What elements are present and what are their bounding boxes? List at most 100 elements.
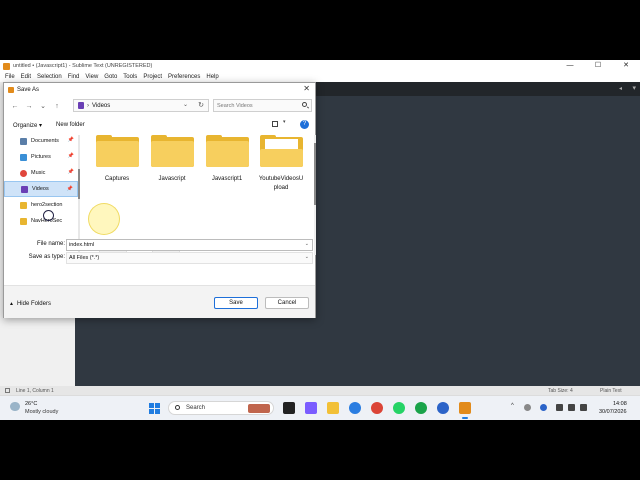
save-as-type-label: Save as type: (28, 254, 65, 260)
clock-time[interactable]: 14:08 (613, 401, 627, 407)
folder-icon (259, 135, 303, 167)
search-input[interactable] (217, 101, 297, 111)
copilot-icon[interactable] (305, 402, 317, 414)
weather-temp[interactable]: 26°C (25, 401, 37, 407)
battery-icon[interactable] (580, 404, 587, 411)
weather-desc[interactable]: Mostly cloudy (25, 409, 58, 415)
panel-toggle-icon[interactable] (5, 388, 10, 393)
folder-icon (20, 201, 27, 209)
file-list-scroll-thumb[interactable] (314, 143, 316, 205)
nav-pane-scroll-thumb[interactable] (78, 169, 80, 199)
save-as-type-select[interactable]: ⌄ (66, 252, 313, 264)
folder-item-javascript1[interactable]: Javascript1 (200, 135, 254, 184)
breadcrumb-videos[interactable]: Videos (92, 103, 110, 109)
file-list: Captures Javascript Javascript1 YoutubeV… (84, 135, 310, 255)
menu-selection[interactable]: Selection (37, 74, 62, 80)
help-icon[interactable]: ? (300, 120, 309, 129)
cancel-button[interactable]: Cancel (265, 297, 309, 309)
organize-button[interactable]: Organize ▾ (13, 122, 42, 129)
file-name-input[interactable] (69, 241, 299, 249)
store-icon[interactable] (349, 402, 361, 414)
dialog-close-button[interactable]: ✕ (303, 84, 310, 93)
chrome-icon[interactable] (371, 402, 383, 414)
folder-label-line1: YoutubeVideosU (258, 176, 304, 182)
save-button[interactable]: Save (214, 297, 258, 309)
address-bar[interactable]: › Videos ⌄ ↻ (73, 99, 209, 112)
menu-view[interactable]: View (85, 74, 98, 80)
up-button[interactable]: ↑ (50, 103, 64, 110)
folder-icon (150, 135, 194, 167)
tab-menu-icon[interactable]: ▾ (632, 84, 636, 92)
wifi-icon[interactable] (556, 404, 563, 411)
minimize-button[interactable]: — (556, 60, 584, 72)
save-as-type-value[interactable] (69, 254, 299, 262)
menu-preferences[interactable]: Preferences (168, 74, 200, 80)
chevron-down-icon[interactable]: ⌄ (305, 254, 309, 260)
search-icon[interactable] (302, 102, 307, 107)
tab-size[interactable]: Tab Size: 4 (548, 388, 573, 394)
green-app-icon[interactable] (415, 402, 427, 414)
syntax-selector[interactable]: Plain Text (600, 388, 622, 394)
maximize-button[interactable]: ☐ (584, 60, 612, 72)
address-dropdown-icon[interactable]: ⌄ (183, 101, 188, 108)
taskbar-search[interactable]: Search (168, 401, 274, 415)
new-folder-button[interactable]: New folder (56, 122, 85, 128)
menu-tools[interactable]: Tools (123, 74, 137, 80)
folder-label: Captures (104, 176, 130, 182)
refresh-icon[interactable]: ↻ (198, 101, 204, 109)
dialog-title: Save As (17, 86, 40, 93)
menu-goto[interactable]: Goto (104, 74, 117, 80)
sublime-titlebar: untitled • (Javascript1) - Sublime Text … (0, 60, 640, 72)
volume-icon[interactable] (568, 404, 575, 411)
status-bar: Line 1, Column 1 Tab Size: 4 Plain Text (0, 386, 640, 395)
dialog-footer: ▲ Hide Folders Save Cancel (4, 285, 315, 318)
blue-app-icon[interactable] (437, 402, 449, 414)
pin-icon: 📌 (67, 169, 74, 175)
videos-icon (78, 102, 84, 109)
sublime-text-icon[interactable] (459, 402, 471, 419)
nav-item-music[interactable]: Music 📌 (4, 165, 78, 181)
menu-file[interactable]: File (5, 74, 15, 80)
nav-item-navherosec[interactable]: NavHeroSec (4, 213, 78, 229)
back-button[interactable]: ← (8, 103, 22, 110)
tray-app-icon[interactable] (540, 404, 547, 411)
nav-item-pictures[interactable]: Pictures 📌 (4, 149, 78, 165)
screen: untitled • (Javascript1) - Sublime Text … (0, 60, 640, 420)
weather-cloud-icon[interactable] (10, 402, 20, 411)
start-button[interactable] (149, 403, 160, 414)
nav-item-documents[interactable]: Documents 📌 (4, 133, 78, 149)
folder-item-captures[interactable]: Captures (90, 135, 144, 184)
menu-project[interactable]: Project (143, 74, 162, 80)
pin-icon: 📌 (67, 153, 74, 159)
recent-locations-button[interactable]: ⌄ (36, 102, 50, 110)
view-options-icon[interactable] (272, 121, 278, 127)
task-view-icon[interactable] (283, 402, 295, 414)
menu-help[interactable]: Help (206, 74, 218, 80)
hide-folders-button[interactable]: ▲ Hide Folders (9, 301, 51, 307)
nav-item-label: Pictures (31, 154, 51, 160)
chevron-down-icon[interactable]: ⌄ (305, 241, 309, 247)
close-button[interactable]: ✕ (612, 60, 640, 72)
view-dropdown-icon[interactable]: ▾ (283, 119, 286, 125)
videos-icon (21, 185, 28, 193)
tray-overflow-icon[interactable]: ^ (511, 403, 514, 409)
forward-button[interactable]: → (22, 103, 36, 110)
save-as-type-row: Save as type: ⌄ (4, 252, 315, 264)
save-as-dialog: Save As ✕ ← → ⌄ ↑ › Videos ⌄ ↻ Organize … (3, 82, 316, 318)
file-name-row: File name: ⌄ (4, 239, 315, 251)
menu-find[interactable]: Find (68, 74, 80, 80)
nav-item-videos[interactable]: Videos 📌 (4, 181, 78, 197)
menu-edit[interactable]: Edit (21, 74, 31, 80)
tray-app-icon[interactable] (524, 404, 531, 411)
file-explorer-icon[interactable] (327, 402, 339, 414)
folder-item-javascript[interactable]: Javascript (145, 135, 199, 184)
whatsapp-icon[interactable] (393, 402, 405, 414)
hide-folders-label: Hide Folders (16, 301, 51, 307)
folder-item-youtubevideosupload[interactable]: YoutubeVideosU pload (254, 135, 308, 193)
breadcrumb-separator-icon[interactable]: › (87, 103, 89, 109)
tab-scroll-icon[interactable]: ◂ (619, 85, 622, 92)
nav-item-hero2section[interactable]: hero2section (4, 197, 78, 213)
dialog-titlebar: Save As ✕ (4, 83, 315, 96)
pin-icon: 📌 (67, 137, 74, 143)
clock-date[interactable]: 30/07/2026 (599, 409, 627, 415)
